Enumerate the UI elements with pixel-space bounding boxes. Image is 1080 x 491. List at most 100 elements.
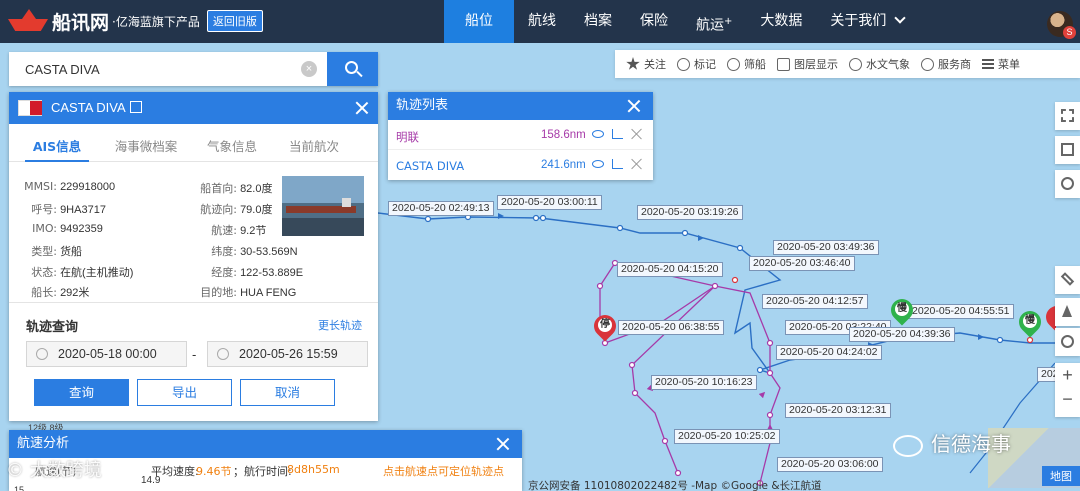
old-version-button[interactable]: 返回旧版 (206, 10, 263, 32)
track-row[interactable]: 明联 158.6nm (388, 120, 653, 150)
track-name: CASTA DIVA (396, 159, 465, 173)
course-row: 航迹向: 79.0度 (200, 203, 273, 216)
divider (9, 302, 378, 303)
longer-track-link[interactable]: 更长轨迹 (318, 317, 362, 333)
nav-item-bigdata[interactable]: 大数据 (746, 0, 816, 43)
logo[interactable]: 船讯网 ·亿海蓝旗下产品 返回旧版 (8, 6, 263, 36)
mmsi-row: MMSI: 229918000 (24, 180, 116, 193)
ship-name: CASTA DIVA (51, 100, 126, 115)
ship-logo-icon (8, 9, 48, 33)
speed-row: 航速: 9.2节 (211, 224, 267, 237)
main-menu: 船位 航线 档案 保险 航运+ 大数据 关于我们 (444, 0, 918, 43)
speed-panel-header: 航速分析 (9, 430, 522, 458)
nav-item-archive[interactable]: 档案 (570, 0, 626, 43)
clear-icon[interactable]: × (301, 61, 317, 77)
track-time-label: 2020-05-20 03:49:36 (773, 240, 879, 255)
slow-marker[interactable]: 慢 (1014, 306, 1046, 339)
watermark-right: 信德海事 (893, 428, 1011, 457)
search-button[interactable] (327, 52, 378, 86)
support-button[interactable] (1055, 170, 1080, 198)
menu-button[interactable]: 菜单 (982, 56, 1020, 72)
map-toolbar: 关注 标记 筛船 图层显示 水文气象 服务商 菜单 (615, 50, 1080, 78)
eye-icon[interactable] (592, 160, 604, 168)
ship-photo[interactable] (282, 176, 364, 236)
query-button[interactable]: 查询 (34, 379, 129, 406)
nav-item-routes[interactable]: 航线 (514, 0, 570, 43)
track-time-label: 2020-05-20 03:46:40 (749, 256, 855, 271)
zoom-out-button[interactable]: − (1055, 389, 1080, 410)
ruler-button[interactable] (1055, 266, 1080, 294)
speed-axis-value: 14.9 (141, 475, 161, 486)
track-row[interactable]: CASTA DIVA 241.6nm (388, 150, 653, 180)
weather-button[interactable]: 水文气象 (849, 56, 910, 72)
chevron-down-icon (894, 12, 907, 24)
status-row: 状态: 在航(主机推动) (31, 266, 134, 279)
compass-icon (1062, 305, 1072, 317)
remove-icon[interactable] (631, 158, 643, 170)
track-distance: 158.6nm (541, 129, 586, 141)
close-icon[interactable] (496, 437, 510, 451)
layers-button[interactable]: 图层显示 (777, 56, 838, 72)
callsign-row: 呼号: 9HA3717 (31, 203, 106, 216)
locate-button[interactable] (1055, 328, 1080, 356)
date-range-dash: - (192, 347, 197, 362)
speed-hint: 点击航速点可定位轨迹点 (383, 465, 504, 478)
remove-icon[interactable] (631, 128, 643, 140)
tab-weather[interactable]: 气象信息 (197, 124, 267, 161)
eye-icon[interactable] (592, 130, 604, 138)
cancel-button[interactable]: 取消 (240, 379, 335, 406)
brand-name: 船讯网 (52, 11, 110, 34)
nav-item-about[interactable]: 关于我们 (816, 0, 918, 43)
nav-item-shipping[interactable]: 航运+ (682, 0, 746, 43)
clock-icon (36, 348, 48, 360)
type-row: 类型: 货船 (31, 245, 83, 258)
track-time-label: 2020-05-20 03:12:31 (785, 403, 891, 418)
track-distance: 241.6nm (541, 159, 586, 171)
follow-button[interactable]: 关注 (626, 56, 666, 72)
tag-icon (677, 57, 690, 71)
avatar[interactable]: S (1047, 11, 1076, 39)
track-list-title: 轨迹列表 (396, 98, 449, 113)
fullscreen-button[interactable] (1055, 102, 1080, 130)
track-name: 明联 (396, 130, 419, 144)
nav-about-label: 关于我们 (830, 13, 887, 29)
destination-row: 目的地: HUA FENG (200, 286, 297, 299)
ship-tabs: AIS信息 海事微档案 气象信息 当前航次 (9, 124, 378, 162)
end-date-input[interactable]: 2020-05-26 15:59 (207, 341, 368, 367)
map-type-label: 地图 (1042, 466, 1080, 486)
track-time-label: 2020-05-20 03:00:11 (497, 195, 602, 210)
toolbox-button[interactable] (1055, 136, 1080, 164)
tab-maritime-archive[interactable]: 海事微档案 (101, 124, 191, 161)
nav-item-ship-position[interactable]: 船位 (444, 0, 514, 43)
track-time-label: 2020-05-20 04:15:20 (617, 262, 723, 277)
track-time-label: 2020-05-20 03:06:00 (777, 457, 883, 472)
tab-ais-info[interactable]: AIS信息 (25, 124, 89, 162)
locate-icon (1061, 335, 1074, 348)
chart-icon[interactable] (612, 129, 623, 139)
track-time-label: 2020-05-20 04:12:57 (762, 294, 868, 309)
service-provider-button[interactable]: 服务商 (921, 56, 971, 72)
nav-item-insurance[interactable]: 保险 (626, 0, 682, 43)
start-date-input[interactable]: 2020-05-18 00:00 (26, 341, 187, 367)
tab-current-voyage[interactable]: 当前航次 (279, 124, 349, 161)
zoom-in-button[interactable]: + (1055, 365, 1080, 386)
close-icon[interactable] (627, 99, 641, 113)
compass-button[interactable] (1055, 298, 1080, 326)
export-button[interactable]: 导出 (137, 379, 232, 406)
search-input[interactable] (9, 52, 327, 86)
edit-icon[interactable] (130, 101, 142, 113)
mark-button[interactable]: 标记 (677, 56, 716, 72)
clock-icon (217, 348, 229, 360)
toolbox-icon (1061, 143, 1074, 156)
stop-marker[interactable]: 停 (589, 310, 621, 343)
heading-row: 船首向: 82.0度 (200, 182, 273, 195)
chart-icon[interactable] (612, 159, 623, 169)
filter-ships-button[interactable]: 筛船 (727, 56, 766, 72)
slow-marker[interactable]: 慢 (886, 294, 918, 327)
headset-icon (1061, 177, 1074, 190)
map-attribution: 京公网安备 11010802022482号 -Map ©Google &长江航道 (528, 480, 822, 491)
fullscreen-icon (1061, 109, 1074, 122)
close-icon[interactable] (355, 101, 369, 115)
brand-sub: ·亿海蓝旗下产品 (112, 14, 200, 29)
watermark-left: © 大数跨境 (6, 460, 102, 481)
